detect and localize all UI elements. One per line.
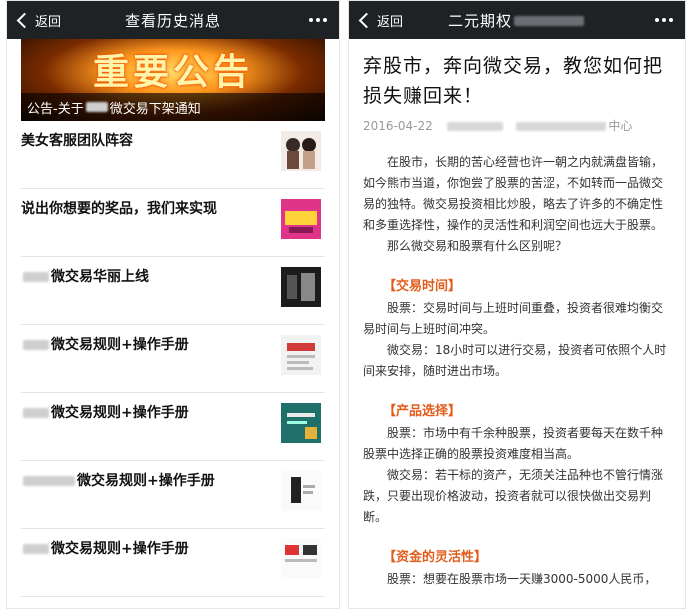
redacted-text (23, 408, 49, 418)
banner-caption-suffix: 微交易下架通知 (109, 101, 201, 117)
article-paragraph: 股票：市场中有千余种股票，投资者要每天在数千种股票中选择正确的股票投资难度相当高… (363, 426, 664, 461)
item-title-row: 微交易规则+操作手册 (21, 335, 261, 355)
banner-caption-prefix: 公告-关于 (27, 101, 84, 117)
redacted-text (516, 122, 607, 131)
section-heading: 【交易时间】 (383, 279, 462, 294)
thumbnail-image (281, 131, 321, 171)
item-title: 微交易规则+操作手册 (51, 337, 189, 353)
thumbnail-image (281, 199, 321, 239)
redacted-text (514, 16, 584, 26)
item-title: 微交易规则+操作手册 (51, 541, 189, 557)
redacted-text (446, 122, 503, 131)
redacted-text (23, 272, 49, 282)
thumbnail-image (281, 539, 321, 579)
thumbnail-image (281, 471, 321, 511)
list-item[interactable]: 微交易规则+操作手册 (21, 393, 325, 461)
list-item[interactable]: 美女客服团队阵容 (21, 121, 325, 189)
article-paragraph: 微交易：18小时可以进行交易，投资者可依照个人时间来安排，随时进出市场。 (363, 343, 667, 378)
article-paragraph: 那么微交易和股票有什么区别呢？ (387, 239, 568, 253)
back-button[interactable]: 返回 (15, 1, 61, 39)
article-author-suffix[interactable]: 中心 (608, 119, 632, 133)
list-item[interactable]: 微交易华丽上线 (21, 257, 325, 325)
redacted-text (85, 102, 108, 112)
item-title: 美女客服团队阵容 (21, 133, 133, 149)
item-title-row: 微交易华丽上线 (21, 267, 261, 287)
redacted-text (23, 340, 49, 350)
article-paragraph: 股票：交易时间与上班时间重叠，投资者很难均衡交易时间与上班时间冲突。 (363, 301, 664, 336)
thumbnail-image (281, 267, 321, 307)
item-title-row: 微交易规则+操作手册 (21, 403, 261, 423)
banner-caption: 公告-关于 微交易下架通知 (21, 93, 325, 121)
more-icon[interactable] (655, 1, 673, 39)
page-title-text: 二元期权 (447, 11, 512, 30)
announcement-banner[interactable]: 重要公告 公告-关于 微交易下架通知 (21, 39, 325, 121)
back-label: 返回 (35, 14, 62, 30)
more-icon[interactable] (309, 1, 327, 39)
back-button[interactable]: 返回 (357, 1, 403, 39)
item-title-row: 微交易规则+操作手册 (21, 539, 261, 559)
article-screen: 返回 二元期权 弃股市，奔向微交易，教您如何把损失赚回来！ 2016-04-22… (348, 0, 686, 609)
item-title-row: 微交易规则+操作手册 (21, 471, 261, 491)
redacted-text (23, 544, 49, 554)
item-title: 说出你想要的奖品，我们来实现 (21, 201, 217, 217)
thumbnail-image (281, 335, 321, 375)
article-date: 2016-04-22 (363, 119, 433, 133)
chevron-left-icon (16, 12, 33, 28)
redacted-text (23, 476, 75, 486)
article-paragraph: 股票：想要在股票市场一天赚3000-5000人民币， (387, 572, 657, 586)
nav-bar: 返回 查看历史消息 (7, 1, 339, 39)
nav-bar: 返回 二元期权 (349, 1, 685, 39)
article-title: 弃股市，奔向微交易，教您如何把损失赚回来！ (363, 55, 664, 107)
history-messages-screen: 返回 查看历史消息 重要公告 公告-关于 微交易下架通知 美女客服团队阵容 说出… (6, 0, 340, 609)
item-title: 微交易华丽上线 (51, 269, 149, 285)
article-paragraph: 在股市，长期的苦心经营也许一朝之内就满盘皆输，如今熊市当道，你饱尝了股票的苦涩，… (363, 155, 664, 232)
article-body: 弃股市，奔向微交易，教您如何把损失赚回来！ 2016-04-22 中心 在股市，… (349, 39, 685, 590)
chevron-left-icon (358, 12, 375, 28)
list-item[interactable]: 说出你想要的奖品，我们来实现 (21, 189, 325, 257)
list-item[interactable]: 微交易规则+操作手册 (21, 529, 325, 597)
list-item[interactable]: 微交易规则+操作手册 (21, 325, 325, 393)
back-label: 返回 (377, 14, 404, 30)
item-title: 微交易规则+操作手册 (77, 473, 215, 489)
section-heading: 【资金的灵活性】 (383, 550, 488, 565)
banner-art-text: 重要公告 (92, 51, 253, 93)
article-meta: 2016-04-22 中心 (363, 117, 671, 134)
article-paragraph: 微交易：若干标的资产，无须关注品种也不管行情涨跌，只要出现价格波动，投资者就可以… (363, 468, 664, 524)
thumbnail-image (281, 403, 321, 443)
section-heading: 【产品选择】 (383, 404, 462, 419)
item-title: 微交易规则+操作手册 (51, 405, 189, 421)
list-item[interactable]: 微交易规则+操作手册 (21, 461, 325, 529)
